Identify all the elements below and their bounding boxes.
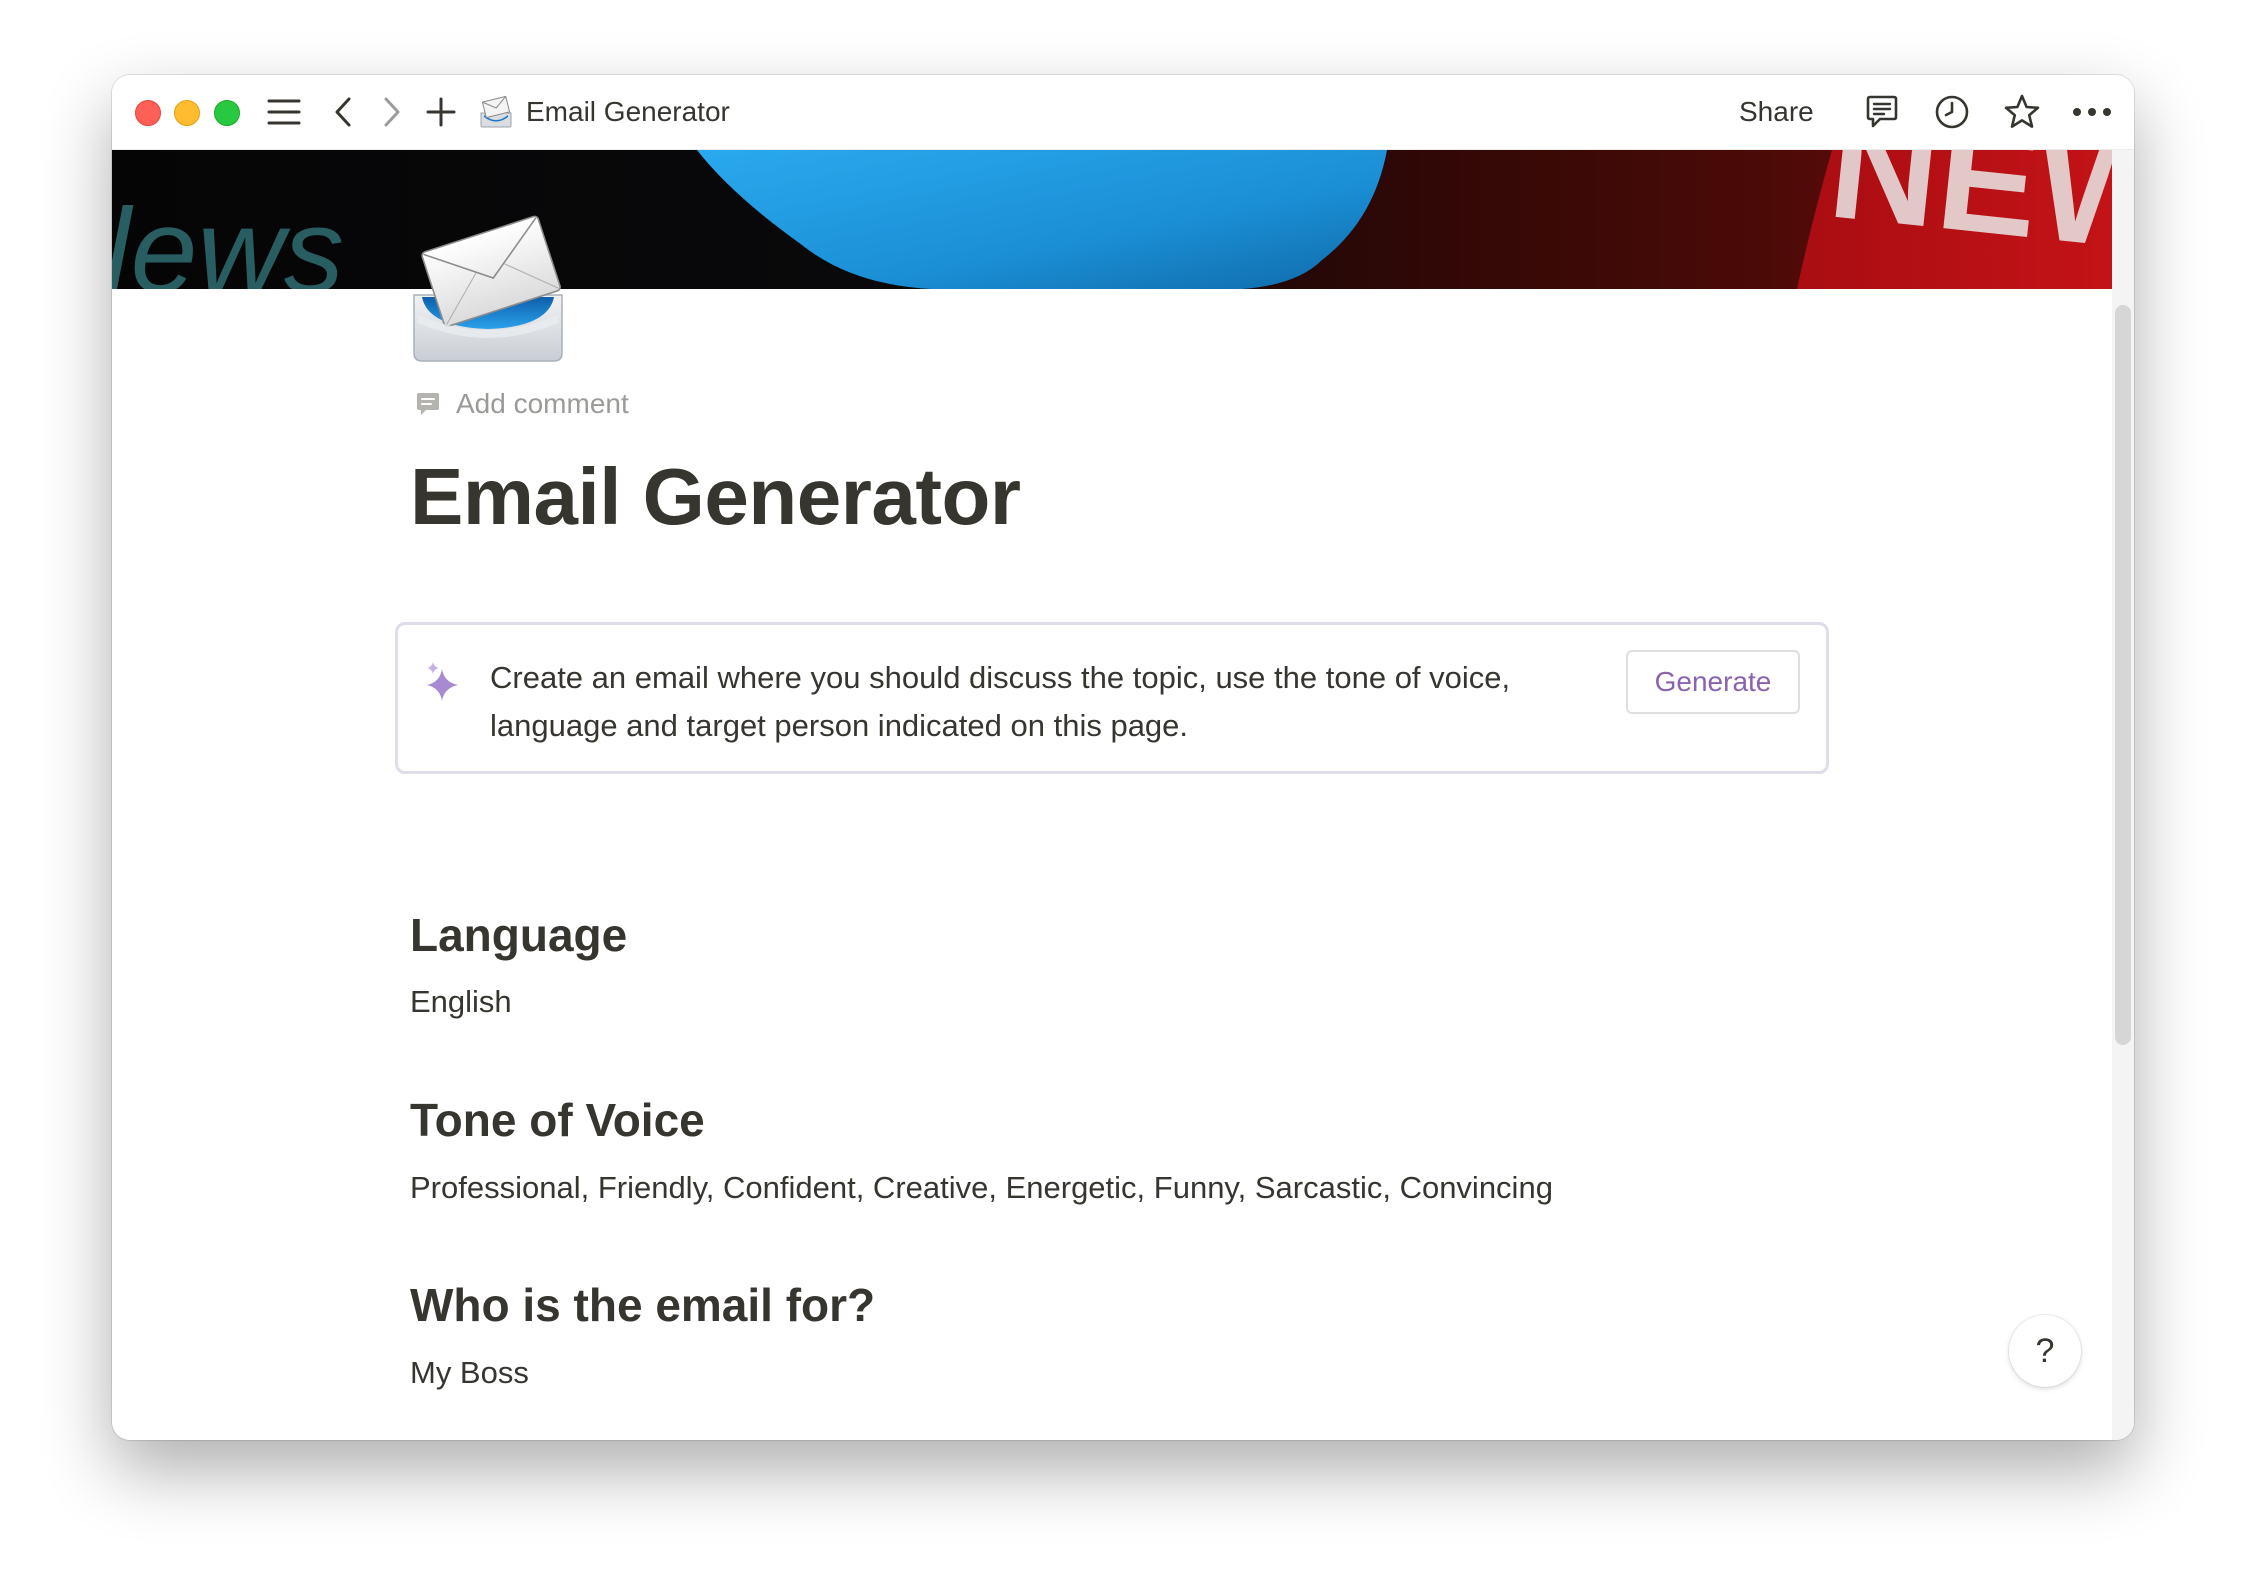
comments-icon[interactable] xyxy=(1862,92,1902,132)
language-heading[interactable]: Language xyxy=(410,905,627,965)
incoming-envelope-small-icon xyxy=(477,92,515,132)
new-page-plus-icon[interactable] xyxy=(424,92,458,132)
app-window: Email Generator Share lews NEW Add comme… xyxy=(112,75,2134,1440)
comment-icon xyxy=(414,390,442,418)
sidebar-menu-icon[interactable] xyxy=(264,92,304,132)
ai-block[interactable]: Create an email where you should discuss… xyxy=(395,622,1829,774)
maximize-window-button[interactable] xyxy=(214,100,240,126)
ai-prompt-text[interactable]: Create an email where you should discuss… xyxy=(490,654,1620,750)
cover-text-left: lews xyxy=(112,184,344,289)
tone-of-voice-heading[interactable]: Tone of Voice xyxy=(410,1090,705,1150)
more-dots-icon[interactable] xyxy=(2070,92,2114,132)
back-arrow-icon[interactable] xyxy=(328,92,358,132)
page-title[interactable]: Email Generator xyxy=(410,447,1021,547)
email-recipient-heading[interactable]: Who is the email for? xyxy=(410,1275,875,1335)
favorite-star-icon[interactable] xyxy=(2002,92,2042,132)
share-button[interactable]: Share xyxy=(1739,94,1814,130)
generate-button[interactable]: Generate xyxy=(1626,650,1800,714)
help-button[interactable]: ? xyxy=(2009,1315,2081,1387)
tone-of-voice-value[interactable]: Professional, Friendly, Confident, Creat… xyxy=(410,1166,1553,1210)
language-value[interactable]: English xyxy=(410,980,512,1024)
forward-arrow-icon[interactable] xyxy=(377,92,407,132)
history-clock-icon[interactable] xyxy=(1932,92,1972,132)
scrollbar-thumb[interactable] xyxy=(2115,305,2131,1045)
breadcrumb-page-title[interactable]: Email Generator xyxy=(526,94,730,130)
title-bar: Email Generator Share xyxy=(112,75,2134,150)
email-recipient-value[interactable]: My Boss xyxy=(410,1351,529,1395)
ai-sparkle-icon xyxy=(424,661,462,708)
add-comment-button[interactable]: Add comment xyxy=(414,386,629,422)
close-window-button[interactable] xyxy=(135,100,161,126)
page-emoji-icon[interactable] xyxy=(408,205,568,365)
minimize-window-button[interactable] xyxy=(174,100,200,126)
add-comment-label: Add comment xyxy=(456,388,629,419)
